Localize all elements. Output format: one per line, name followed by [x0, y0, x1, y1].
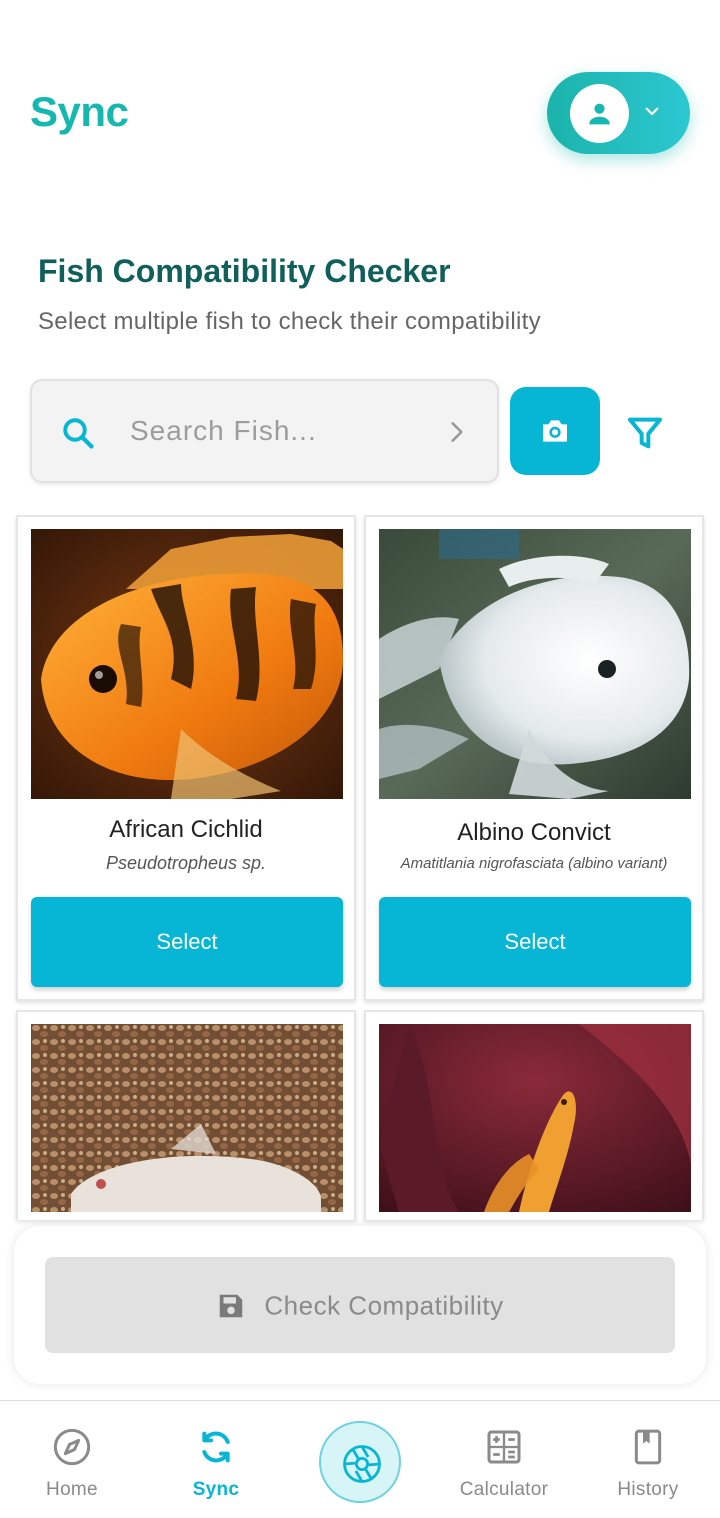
fish-scientific-name: Amatitlania nigrofasciata (albino varian…	[400, 855, 668, 872]
search-input[interactable]	[130, 409, 430, 453]
fish-name: Albino Convict	[457, 819, 611, 846]
select-button[interactable]: Select	[379, 897, 691, 987]
camera-icon	[543, 420, 567, 442]
nav-item-history[interactable]: History	[576, 1401, 720, 1518]
action-panel: Check Compatibility	[14, 1226, 706, 1384]
fish-image	[379, 1024, 691, 1212]
search-icon	[63, 418, 94, 449]
nav-label: Sync	[192, 1479, 240, 1500]
bookmark-book-icon	[634, 1429, 662, 1465]
aperture-icon	[343, 1445, 381, 1483]
sync-icon	[202, 1431, 230, 1463]
chevron-down-icon	[645, 107, 659, 116]
chevron-right-icon[interactable]	[444, 419, 470, 445]
nav-item-home[interactable]: Home	[0, 1401, 144, 1518]
page-title: Sync	[30, 88, 129, 135]
profile-menu-button[interactable]	[547, 72, 690, 154]
section-subtitle: Select multiple fish to check their comp…	[38, 308, 541, 335]
nav-label: Home	[46, 1479, 98, 1500]
fish-image	[31, 529, 343, 799]
save-icon	[220, 1294, 243, 1318]
section-title: Fish Compatibility Checker	[38, 253, 451, 289]
nav-label: History	[617, 1479, 679, 1500]
check-compatibility-label: Check Compatibility	[264, 1290, 504, 1321]
avatar	[570, 84, 629, 143]
fish-image	[379, 529, 691, 799]
camera-button[interactable]	[510, 387, 600, 475]
nav-item-calculator[interactable]: Calculator	[432, 1401, 576, 1518]
calculator-icon	[487, 1430, 521, 1464]
bottom-nav: Home Sync Calculator History	[0, 1400, 720, 1518]
fish-card	[364, 1010, 704, 1220]
fish-scientific-name: Pseudotropheus sp.	[105, 853, 267, 873]
nav-label: Calculator	[459, 1479, 549, 1500]
fish-image	[31, 1024, 343, 1212]
select-button[interactable]: Select	[31, 897, 343, 987]
fish-card	[16, 1010, 356, 1220]
nav-item-scan[interactable]	[319, 1421, 401, 1503]
user-icon	[589, 103, 610, 125]
nav-item-sync[interactable]: Sync	[144, 1401, 288, 1518]
compass-icon	[53, 1428, 91, 1466]
fish-name: African Cichlid	[109, 816, 263, 843]
fish-card: African Cichlid Pseudotropheus sp. Selec…	[16, 515, 356, 1001]
check-compatibility-button[interactable]: Check Compatibility	[45, 1257, 675, 1353]
fish-card: Albino Convict Amatitlania nigrofasciata…	[364, 515, 704, 1001]
filter-button[interactable]	[625, 413, 665, 453]
filter-icon	[628, 417, 662, 449]
search-box[interactable]	[30, 379, 499, 483]
